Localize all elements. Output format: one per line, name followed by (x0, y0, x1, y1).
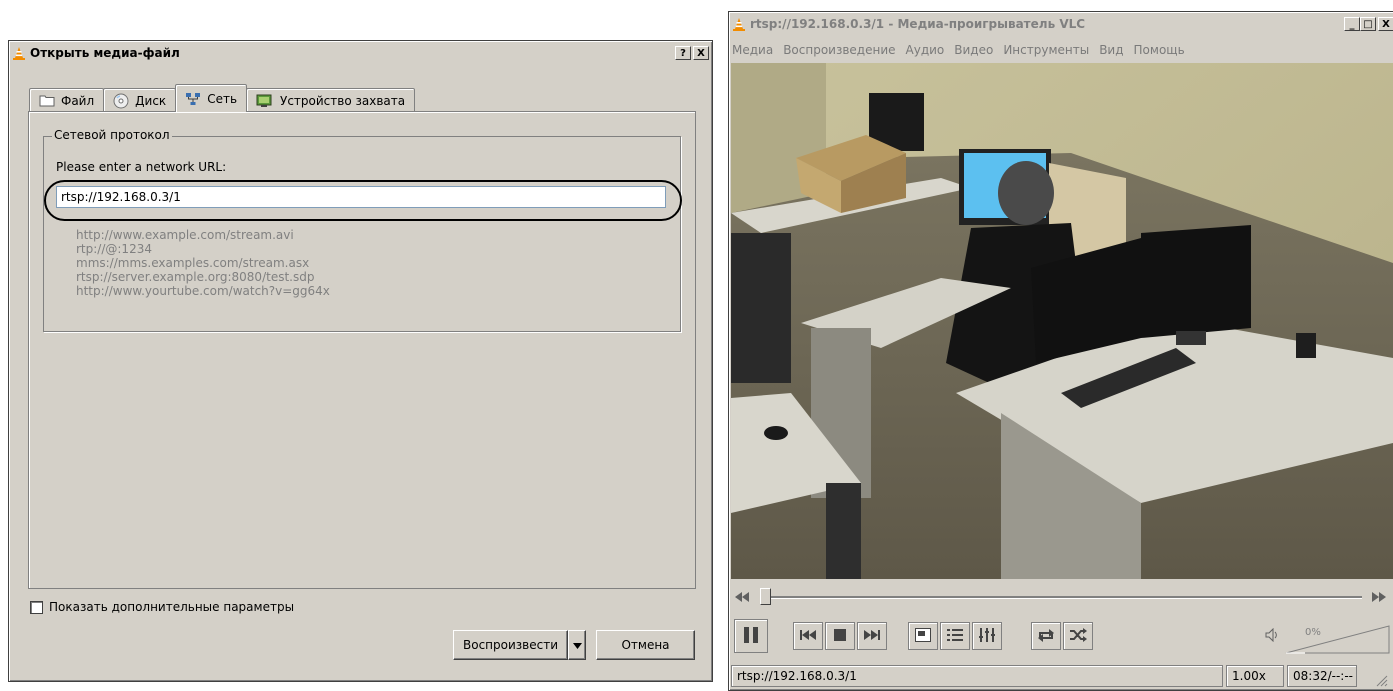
url-example: mms://mms.examples.com/stream.asx (76, 256, 310, 270)
cancel-button-label: Отмена (621, 638, 670, 652)
menu-tools[interactable]: Инструменты (1003, 43, 1089, 57)
menu-media[interactable]: Медиа (732, 43, 773, 57)
shuffle-icon (1069, 627, 1087, 645)
loop-icon (1037, 628, 1055, 645)
vlc-close-button[interactable]: X (1378, 17, 1393, 31)
fullscreen-button[interactable] (908, 622, 938, 650)
next-button[interactable] (857, 622, 887, 650)
status-media: rtsp://192.168.0.3/1 (731, 665, 1223, 687)
status-time-text: 08:32/--:-- (1293, 669, 1353, 683)
resize-grip-icon[interactable] (1374, 673, 1388, 690)
next-icon (864, 629, 880, 643)
network-icon (185, 92, 201, 106)
maximize-button[interactable]: □ (1360, 17, 1376, 31)
minimize-button[interactable]: _ (1344, 17, 1360, 31)
status-speed-text: 1.00x (1232, 669, 1266, 683)
status-time[interactable]: 08:32/--:-- (1287, 665, 1357, 687)
vlc-title: rtsp://192.168.0.3/1 - Медиа-проигрывате… (750, 17, 1086, 31)
rewind-icon[interactable] (735, 591, 749, 605)
pause-button[interactable] (734, 619, 768, 653)
network-protocol-group-title: Сетевой протокол (52, 128, 172, 142)
tab-disc-label: Диск (135, 93, 167, 108)
vlc-menubar: Медиа Воспроизведение Аудио Видео Инстру… (732, 43, 1185, 57)
disc-icon (113, 93, 129, 109)
playlist-button[interactable] (940, 622, 970, 650)
stop-button[interactable] (825, 622, 855, 650)
network-url-label: Please enter a network URL: (56, 160, 227, 174)
video-display[interactable] (731, 63, 1393, 579)
close-button[interactable]: X (693, 46, 709, 60)
tab-capture-device[interactable]: Устройство захвата (246, 88, 416, 112)
play-button-label: Воспроизвести (463, 638, 558, 652)
status-media-text: rtsp://192.168.0.3/1 (737, 669, 857, 683)
tab-network[interactable]: Сеть (175, 84, 248, 112)
tab-file-label: Файл (61, 93, 95, 108)
network-url-input[interactable] (56, 186, 666, 208)
vlc-titlebar[interactable]: rtsp://192.168.0.3/1 - Медиа-проигрывате… (732, 15, 1393, 33)
fullscreen-icon (915, 627, 931, 645)
cancel-button[interactable]: Отмена (596, 630, 695, 660)
playlist-icon (947, 628, 963, 645)
open-media-tabs: Файл Диск Сеть Устройство захвата (29, 84, 416, 112)
dialog-title: Открыть медиа-файл (30, 46, 180, 60)
previous-icon (800, 629, 816, 643)
stop-icon (834, 628, 846, 644)
url-examples: http://www.example.com/stream.avi rtp://… (76, 228, 330, 298)
vlc-cone-icon (12, 46, 26, 60)
seek-bar-handle[interactable] (760, 588, 771, 605)
vlc-cone-icon (732, 17, 746, 31)
loop-button[interactable] (1031, 622, 1061, 650)
speaker-icon[interactable] (1265, 627, 1277, 645)
play-options-dropdown[interactable] (568, 630, 586, 660)
menu-audio[interactable]: Аудио (906, 43, 945, 57)
menu-view[interactable]: Вид (1099, 43, 1123, 57)
video-frame-image (731, 63, 1393, 579)
tab-capture-device-label: Устройство захвата (280, 93, 406, 108)
show-more-options-label: Показать дополнительные параметры (49, 600, 295, 614)
url-example: rtp://@:1234 (76, 242, 152, 256)
pause-icon (743, 626, 759, 647)
url-example: rtsp://server.example.org:8080/test.sdp (76, 270, 315, 284)
menu-playback[interactable]: Воспроизведение (783, 43, 895, 57)
menu-video[interactable]: Видео (954, 43, 993, 57)
status-speed[interactable]: 1.00x (1226, 665, 1284, 687)
equalizer-icon (979, 627, 995, 645)
tab-file[interactable]: Файл (29, 88, 105, 112)
folder-icon (39, 94, 55, 107)
fast-forward-icon[interactable] (1372, 591, 1386, 605)
dropdown-arrow-icon (572, 638, 582, 652)
url-example: http://www.example.com/stream.avi (76, 228, 294, 242)
menu-help[interactable]: Помощь (1134, 43, 1185, 57)
capture-device-icon (256, 94, 274, 108)
extended-settings-button[interactable] (972, 622, 1002, 650)
previous-button[interactable] (793, 622, 823, 650)
seek-bar-track[interactable] (760, 596, 1362, 599)
help-button[interactable]: ? (675, 46, 691, 60)
shuffle-button[interactable] (1063, 622, 1093, 650)
show-more-options-checkbox[interactable] (30, 600, 43, 614)
tab-disc[interactable]: Диск (103, 88, 177, 112)
volume-slider[interactable] (1285, 624, 1390, 657)
tab-network-label: Сеть (207, 91, 238, 106)
show-more-options[interactable]: Показать дополнительные параметры (30, 600, 294, 614)
play-button[interactable]: Воспроизвести (453, 630, 568, 660)
url-example: http://www.yourtube.com/watch?v=gg64x (76, 284, 330, 298)
dialog-titlebar[interactable]: Открыть медиа-файл ? X (12, 44, 709, 62)
